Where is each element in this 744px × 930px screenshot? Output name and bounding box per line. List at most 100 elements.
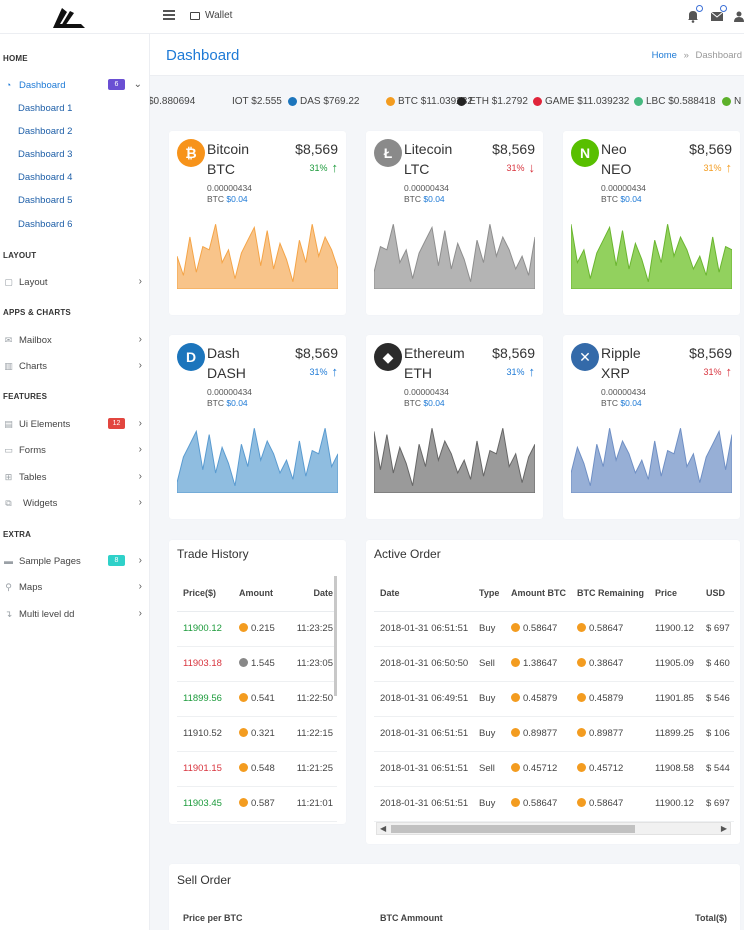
column-header-price[interactable]: Price($): [177, 576, 233, 612]
table-row[interactable]: 11901.15 0.548 11:21:25: [177, 751, 337, 787]
sell-order-panel: Sell Order Price per BTC BTC Ammount Tot…: [169, 864, 740, 930]
sidebar-item-widgets[interactable]: ⧉ Widgets ›: [3, 496, 145, 510]
price-sparkline: [571, 224, 732, 289]
sidebar-subitem-dashboard-3[interactable]: Dashboard 3: [18, 149, 72, 160]
chevron-right-icon: ›: [138, 497, 142, 508]
coin-card-xrp[interactable]: ✕ Ripple XRP $8,569 31% ↑ 0.00000434 BTC $0.04: [563, 335, 740, 519]
active-order-horizontal-scrollbar[interactable]: ◀ ▶: [376, 822, 731, 835]
btc-label: BTC: [601, 398, 618, 408]
table-row[interactable]: 2018-01-31 06:51:51 Buy 0.89877 0.89877 1189…: [374, 716, 734, 752]
column-header-usd[interactable]: USD: [700, 576, 734, 612]
dashboard-count-badge: 6: [108, 79, 125, 90]
sidebar-subitem-dashboard-2[interactable]: Dashboard 2: [18, 126, 72, 137]
sidebar-item-multi-level[interactable]: ↴ Multi level dd ›: [3, 607, 145, 621]
sidebar-item-layout[interactable]: ▢ Layout ›: [3, 275, 145, 289]
breadcrumb-home-link[interactable]: Home: [652, 50, 677, 61]
column-header-date[interactable]: Date: [289, 576, 337, 612]
table-row[interactable]: 2018-01-31 06:51:51 Buy 0.58647 0.58647 1190…: [374, 786, 734, 822]
coin-symbol: XRP: [601, 365, 630, 381]
coin-change-percent: 31%: [506, 367, 525, 377]
trade-history-scrollbar[interactable]: [334, 576, 337, 696]
sidebar-subitem-dashboard-1[interactable]: Dashboard 1: [18, 103, 72, 114]
btc-value: $0.04: [620, 194, 642, 204]
pages-icon: ▬: [4, 555, 13, 566]
coin-amount: 0.00000434: [601, 183, 646, 193]
table-row[interactable]: 2018-01-31 06:50:50 Sell 1.38647 0.38647 119…: [374, 646, 734, 682]
coin-glyph: ✕: [579, 348, 591, 365]
table-row[interactable]: 2018-01-31 06:51:51 Sell 0.45712 0.45712 119…: [374, 751, 734, 787]
order-price: 11905.09: [649, 646, 700, 682]
column-header-btc-remaining[interactable]: BTC Remaining: [571, 576, 649, 612]
ui-elements-count-badge: 12: [108, 418, 125, 429]
sidebar-item-dashboard[interactable]: ◔ Dashboard 6 ⌄: [3, 78, 145, 92]
column-header-type[interactable]: Type: [473, 576, 505, 612]
coin-card-ltc[interactable]: Ł Litecoin LTC $8,569 31% ↓ 0.00000434 BTC $0.0…: [366, 131, 543, 315]
chevron-right-icon: ›: [138, 276, 142, 287]
table-icon: ⊞: [4, 471, 13, 482]
sparkline-area: [177, 428, 338, 493]
coin-change-percent: 31%: [309, 163, 328, 173]
ticker-item: IOT $2.555: [232, 96, 282, 107]
table-row[interactable]: 11910.52 0.321 11:22:15: [177, 716, 337, 752]
section-heading-layout: LAYOUT: [3, 251, 37, 260]
coin-card-eth[interactable]: ◆ Ethereum ETH $8,569 31% ↑ 0.00000434 BTC $0.0…: [366, 335, 543, 519]
sidebar-subitem-dashboard-4[interactable]: Dashboard 4: [18, 172, 72, 183]
wallet-link[interactable]: Wallet: [190, 10, 232, 21]
sparkline-area: [374, 224, 535, 289]
table-row[interactable]: 11903.18 1.545 11:23:05: [177, 646, 337, 682]
ticker-text: ETH $1.2792: [469, 96, 528, 107]
column-header-total[interactable]: Total($): [695, 913, 727, 923]
order-remaining-value: 0.58647: [589, 623, 624, 634]
btc-value: $0.04: [423, 194, 445, 204]
bitcoin-icon: [511, 798, 520, 807]
ticker-item: ETH $1.2792: [457, 96, 528, 107]
order-amount: 0.45712: [505, 751, 571, 787]
coin-glyph: N: [579, 145, 591, 161]
table-row[interactable]: 11899.56 0.541 11:22:50: [177, 681, 337, 717]
sidebar-item-tables[interactable]: ⊞ Tables ›: [3, 470, 145, 484]
column-header-btc-amount[interactable]: BTC Ammount: [380, 913, 443, 923]
order-remaining: 0.89877: [571, 716, 649, 752]
order-date: 2018-01-31 06:51:51: [374, 611, 473, 647]
table-row[interactable]: 2018-01-31 06:51:51 Buy 0.58647 0.58647 1190…: [374, 611, 734, 647]
column-header-amount-btc[interactable]: Amount BTC: [505, 576, 571, 612]
menu-toggle-icon[interactable]: [163, 10, 175, 22]
trade-price: 11903.18: [177, 646, 233, 682]
scrollbar-thumb[interactable]: [391, 825, 635, 833]
sidebar-item-maps[interactable]: ⚲ Maps ›: [3, 580, 145, 594]
column-header-amount[interactable]: Amount: [233, 576, 289, 612]
column-header-price[interactable]: Price: [649, 576, 700, 612]
notification-bell-icon[interactable]: [686, 5, 703, 23]
sidebar-subitem-dashboard-5[interactable]: Dashboard 5: [18, 195, 72, 206]
layout-icon: ▢: [4, 276, 13, 287]
coin-card-btc[interactable]: ₿ Bitcoin BTC $8,569 31% ↑ 0.00000434 BTC $0.04: [169, 131, 346, 315]
table-row[interactable]: 11900.12 0.215 11:23:25: [177, 611, 337, 647]
column-header-price-per-btc[interactable]: Price per BTC: [183, 913, 243, 923]
brand-logo[interactable]: [48, 5, 88, 31]
scroll-right-icon[interactable]: ▶: [721, 824, 727, 833]
sidebar-item-ui-elements[interactable]: ▤ Ui Elements 12 ›: [3, 417, 145, 431]
order-amount: 0.45879: [505, 681, 571, 717]
sidebar-subitem-dashboard-6[interactable]: Dashboard 6: [18, 219, 72, 230]
sidebar-item-sample-pages[interactable]: ▬ Sample Pages 8 ›: [3, 554, 145, 568]
sidebar-item-charts[interactable]: ▥ Charts ›: [3, 359, 145, 373]
scroll-left-icon[interactable]: ◀: [380, 824, 386, 833]
mail-icon[interactable]: [710, 5, 727, 23]
table-row[interactable]: 2018-01-31 06:49:51 Buy 0.45879 0.45879 1190…: [374, 681, 734, 717]
coin-price: $8,569: [689, 141, 732, 157]
table-row[interactable]: 11903.45 0.587 11:21:01: [177, 786, 337, 822]
section-heading-apps-charts: APPS & CHARTS: [3, 308, 71, 317]
coin-card-neo[interactable]: N Neo NEO $8,569 31% ↑ 0.00000434 BTC $0.04: [563, 131, 740, 315]
coin-card-dash[interactable]: D Dash DASH $8,569 31% ↑ 0.00000434 BTC $0.04: [169, 335, 346, 519]
user-profile-icon[interactable]: [734, 9, 744, 23]
price-sparkline: [571, 428, 732, 493]
sidebar-item-forms[interactable]: ▭ Forms ›: [3, 443, 145, 457]
bitcoin-icon: ₿: [177, 139, 205, 167]
chevron-right-icon: ›: [138, 471, 142, 482]
order-amount-value: 1.38647: [523, 658, 558, 669]
coin-amount: 0.00000434: [207, 387, 252, 397]
trade-history-title: Trade History: [177, 547, 249, 561]
column-header-date[interactable]: Date: [374, 576, 473, 612]
sidebar-item-mailbox[interactable]: ✉ Mailbox ›: [3, 333, 145, 347]
coin-glyph: D: [185, 349, 197, 365]
